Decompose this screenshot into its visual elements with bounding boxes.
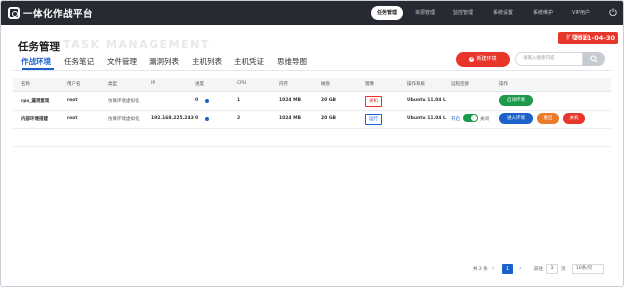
divider [13,146,611,147]
pagination-page[interactable]: 1 [502,264,513,274]
cell-memory: 1024 MB [279,116,301,121]
remote-toggle-on-label: 开启 [451,117,460,122]
tab-environment[interactable]: 作战环境 [21,56,51,67]
status-dot [205,117,209,121]
status-dot [205,99,209,103]
remote-connection-toggle[interactable] [463,114,478,122]
column-header: 操作 [499,82,508,87]
restart-button[interactable]: 重启 [537,113,559,124]
tab-credentials[interactable]: 主机凭证 [234,56,264,67]
start-environment-button[interactable]: 启动环境 [499,95,533,106]
nav-item-settings[interactable]: 系统设置 [489,7,517,19]
column-header: CPU [237,81,247,86]
cell-progress: 0 [195,98,199,103]
page-subtitle: TASK MANAGEMENT [63,38,210,51]
pagination-unit-label: 页 [561,267,566,272]
remote-toggle-off-label: 关闭 [480,117,489,122]
pagination-goto-input[interactable]: 1 [546,264,558,274]
enter-environment-button[interactable]: 进入环境 [499,113,533,124]
cell-name: rps_漏洞复现 [21,99,50,104]
new-environment-button[interactable]: + 新建环境 [456,52,510,67]
cell-cpu: 2 [237,116,241,121]
table-row: 内部环境搭建 root 仿真环境虚拟化 192.168.225.243 0 2 … [13,110,611,129]
nav-item-vip[interactable]: VIP用户 [567,7,595,19]
cell-progress: 0 [195,116,199,121]
column-header: 进度 [195,82,204,87]
column-header: 镜像 [365,82,374,87]
pagination-total: 共 2 条 [473,267,488,272]
column-header: IP [151,81,156,86]
nav-item-resource[interactable]: 资源管理 [411,7,439,19]
cell-user: root [67,116,78,121]
tab-notes[interactable]: 任务笔记 [64,56,94,67]
column-header: 类型 [108,82,117,87]
column-header: 用户名 [67,82,81,87]
power-icon[interactable] [609,8,617,16]
cell-type: 仿真环境虚拟化 [108,99,140,104]
tab-hosts[interactable]: 主机列表 [192,56,222,67]
app-window: 一体化作战平台 任务管理 资源管理 监控管理 系统设置 系统维护 VIP用户 扩… [0,0,624,287]
pagination-goto-label: 前往 [534,267,543,272]
cell-ip: 192.168.225.243 [151,116,194,121]
top-nav-bar: 一体化作战平台 任务管理 资源管理 监控管理 系统设置 系统维护 VIP用户 [1,1,623,25]
shutdown-button[interactable]: 关机 [563,113,585,124]
nav-item-monitor[interactable]: 监控管理 [449,7,477,19]
nav-item-task[interactable]: 任务管理 [371,6,403,20]
cell-type: 仿真环境虚拟化 [108,117,140,122]
cell-disk: 20 GB [321,116,336,121]
cell-disk: 20 GB [321,98,336,103]
column-header: 操作系统 [407,82,425,87]
image-status-tag: 关机 [365,96,382,107]
plus-icon: + [469,56,475,62]
page-title: 任务管理 [18,41,60,53]
next-page-icon[interactable]: › [519,265,521,272]
page-size-select[interactable]: 10条/页 [572,264,604,274]
expiry-date-value: 2021-04-30 [573,34,615,42]
column-header: 名称 [21,82,30,87]
expiry-date-badge: 扩展时间 2021-04-30 [558,32,618,44]
column-header: 磁盘 [321,82,330,87]
image-status-tag: 运行 [365,114,382,125]
prev-page-icon[interactable]: ‹ [492,265,494,272]
tab-vulnerabilities[interactable]: 漏洞列表 [149,56,179,67]
cell-os: Ubuntu 11.04 L [407,98,446,103]
divider [13,70,611,71]
column-header: 内存 [279,82,288,87]
cell-os: Ubuntu 11.04 L [407,116,446,121]
nav-item-maintenance[interactable]: 系统维护 [529,7,557,19]
cell-name: 内部环境搭建 [21,117,48,122]
column-header: 远程连接 [451,82,469,87]
cell-cpu: 1 [237,98,241,103]
search-button[interactable] [583,52,605,66]
table-row: rps_漏洞复现 root 仿真环境虚拟化 0 1 1024 MB 20 GB … [13,92,611,111]
cell-memory: 1024 MB [279,98,301,103]
search-input[interactable]: 请输入搜索内容 [515,52,583,66]
tab-files[interactable]: 文件管理 [107,56,137,67]
tab-mindmap[interactable]: 思维导图 [277,56,307,67]
logo-icon [8,7,20,19]
table-header: 名称 用户名 类型 IP 进度 CPU 内存 磁盘 镜像 操作系统 远程连接 操… [13,78,611,92]
new-environment-label: 新建环境 [476,56,497,62]
search-icon [590,55,598,63]
cell-user: root [67,98,78,103]
app-title: 一体化作战平台 [23,9,94,20]
